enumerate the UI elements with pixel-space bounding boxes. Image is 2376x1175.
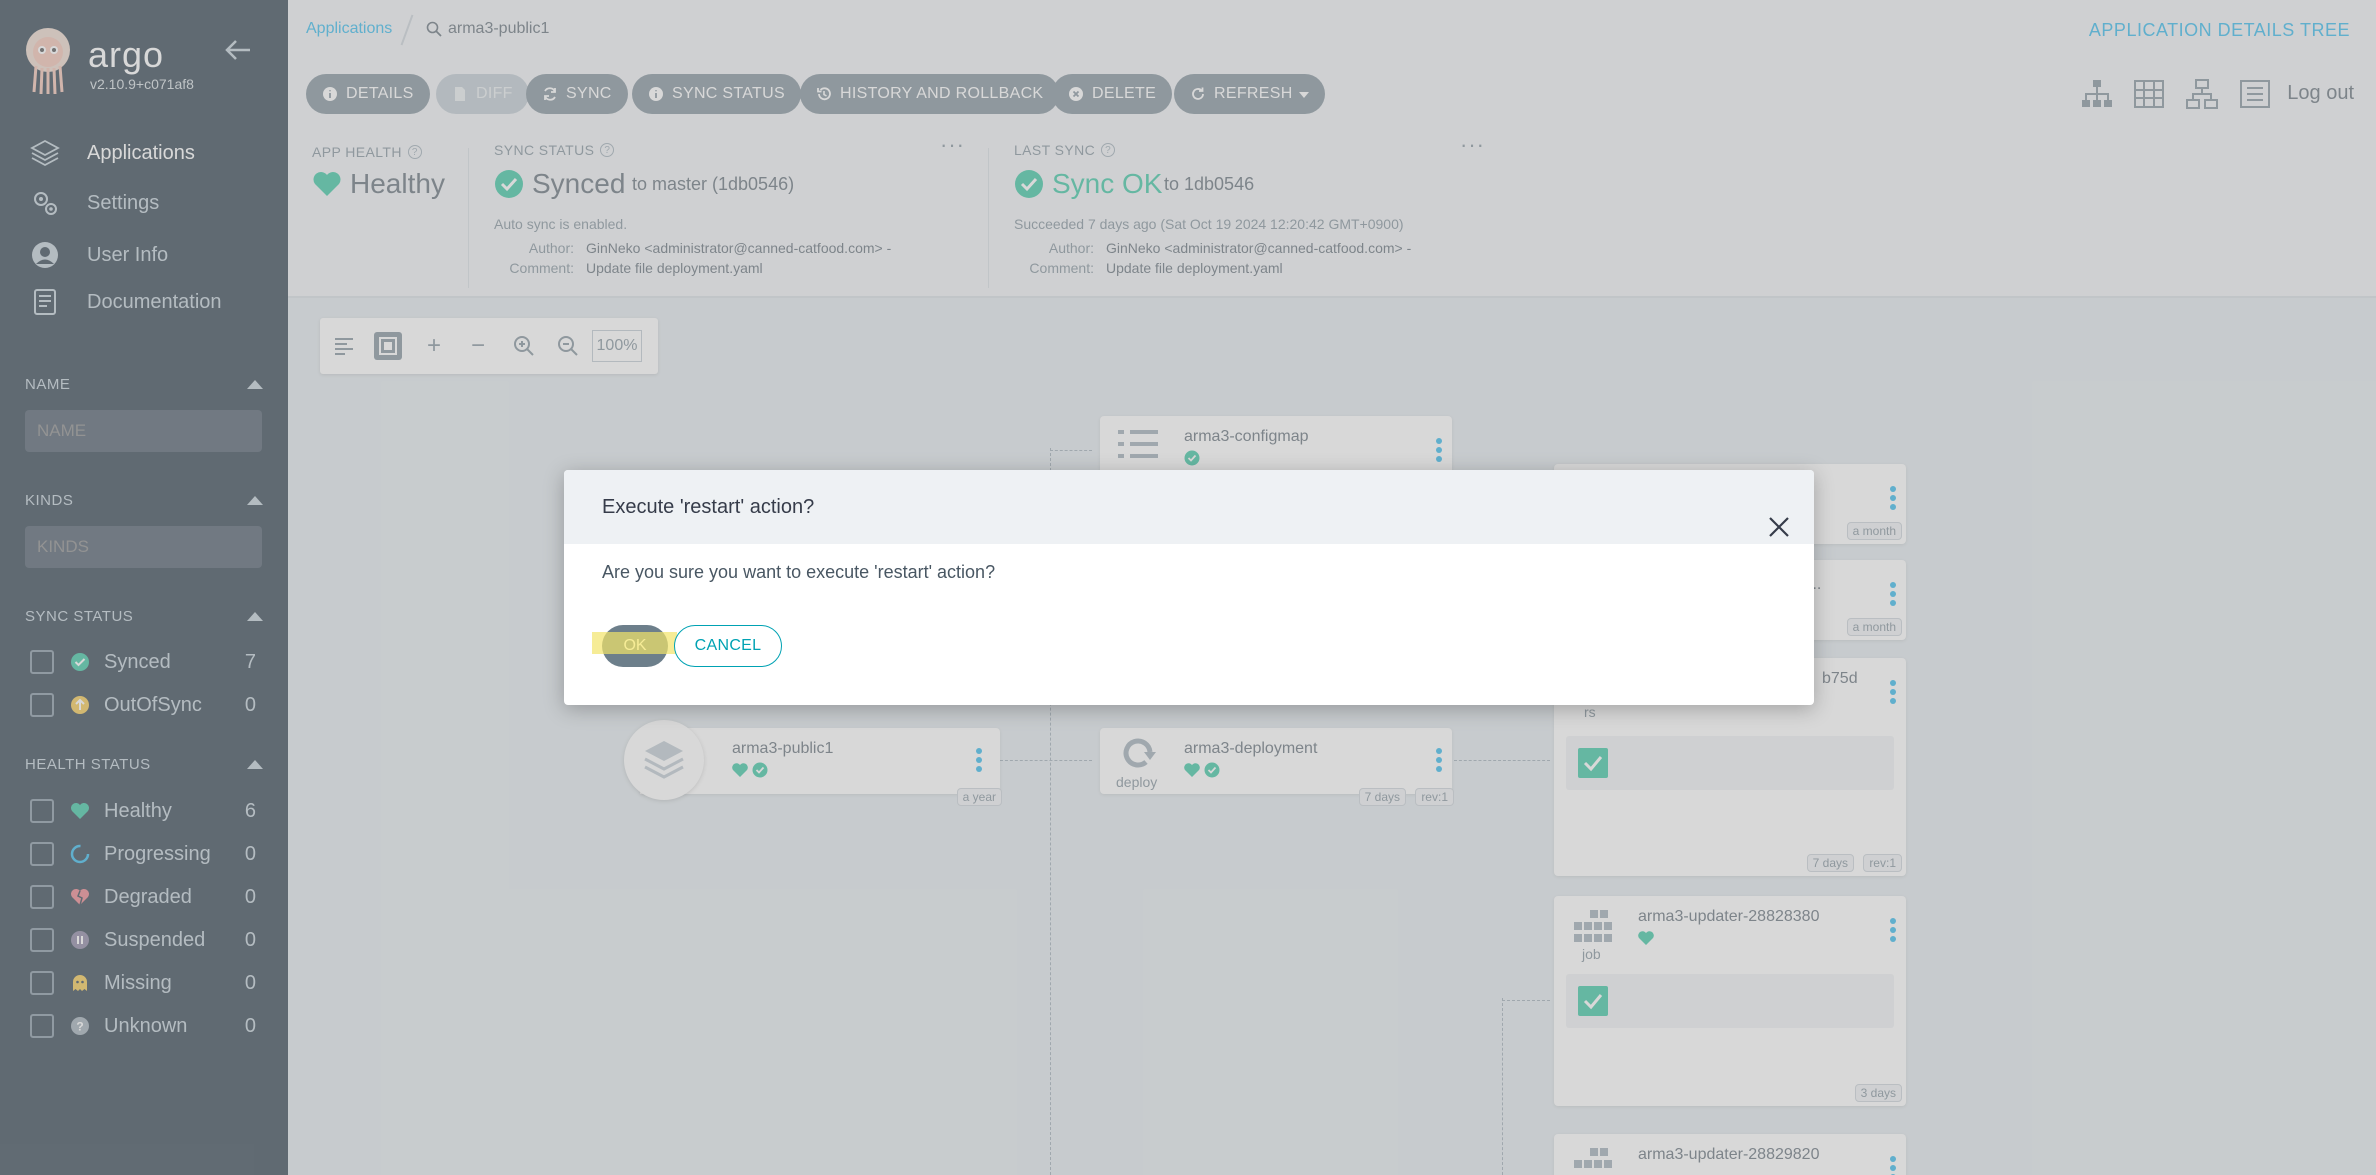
- confirm-dialog: Execute 'restart' action? Are you sure y…: [564, 470, 1814, 705]
- close-icon[interactable]: [1768, 516, 1790, 538]
- cancel-button[interactable]: CANCEL: [674, 625, 782, 667]
- ok-highlight: [592, 632, 677, 654]
- dialog-message: Are you sure you want to execute 'restar…: [602, 562, 996, 582]
- dialog-title: Execute 'restart' action?: [602, 496, 815, 518]
